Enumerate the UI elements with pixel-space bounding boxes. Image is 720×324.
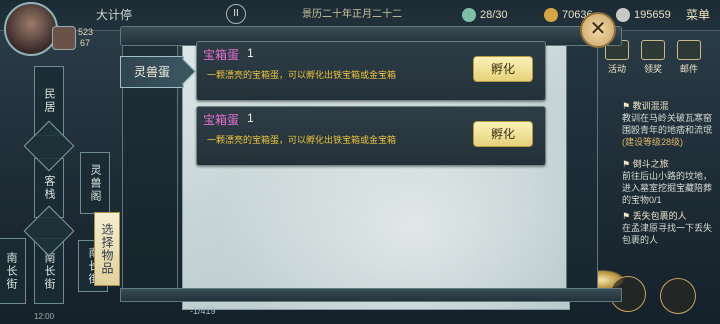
tab-lingshou-dan[interactable]: 灵兽蛋 [120,56,184,88]
mail-label: 邮件 [679,64,698,74]
item-card: 宝箱蛋 1 一颗漂亮的宝箱蛋，可以孵化出铁宝箱或金宝箱 孵化 [196,41,546,101]
quest-title: ⚑ 倒斗之旅 [622,159,669,169]
quest-title: ⚑ 丢失包裹的人 [622,211,687,221]
dialog-right-rail [566,44,598,296]
inventory-shortcut-icon[interactable] [660,278,696,314]
quest-marker-icon: ⚑ [622,159,633,169]
player-avatar[interactable] [4,2,58,56]
item-name: 宝箱蛋 [203,113,240,127]
silver-coin-icon [616,8,630,23]
item-select-dialog: 灵兽蛋 宝箱蛋 1 一颗漂亮的宝箱蛋，可以孵化出铁宝箱或金宝箱 孵化 宝箱蛋 1… [120,26,622,310]
clock: 12:00 [34,312,55,321]
quest-note: (建设等级28级) [622,137,684,147]
energy-value: 28/30 [480,9,508,21]
item-quantity: 1 [247,46,254,60]
quest-item[interactable]: ⚑ 倒斗之旅 前往后山小路的坟地，进入墓室挖掘宝藏陪葬的宝物0/1 [622,158,718,206]
close-button[interactable]: ✕ [580,12,616,48]
game-date: 景历二十年正月二十二 [302,9,402,20]
item-description: 一颗漂亮的宝箱蛋，可以孵化出铁宝箱或金宝箱 [207,70,397,80]
path-node [23,120,75,172]
select-item-label: 选择物品 [94,212,120,286]
location-nanchangjie-1[interactable]: 南长街 [0,238,26,304]
mail-shortcut[interactable]: 邮件 [676,40,702,74]
silver-counter[interactable]: 195659 [616,5,671,25]
pause-icon[interactable]: II [226,4,246,24]
silver-value: 195659 [634,9,671,21]
hatch-button[interactable]: 孵化 [473,121,533,147]
reward-label: 领奖 [643,64,662,74]
item-card: 宝箱蛋 1 一颗漂亮的宝箱蛋，可以孵化出铁宝箱或金宝箱 孵化 [196,106,546,166]
reward-shortcut[interactable]: 领奖 [640,40,666,74]
quest-title: ⚑ 教训混混 [622,101,669,111]
energy-counter[interactable]: 28/30 [462,5,508,25]
gift-icon [641,40,665,60]
item-name: 宝箱蛋 [203,48,240,62]
quest-item[interactable]: ⚑ 教训混混 教训在马岭关破瓦寒窑围殴青年的地痞和流氓 (建设等级28级) [622,100,718,148]
scroll-rod-bottom [120,288,622,302]
mail-icon [677,40,701,60]
item-quantity: 1 [247,111,254,125]
player-stat-b: 67 [80,38,91,48]
player-stat-a: 523 [78,27,94,37]
hatch-button[interactable]: 孵化 [473,56,533,82]
path-node [23,205,75,257]
quest-marker-icon: ⚑ [622,101,633,111]
quest-item[interactable]: ⚑ 丢失包裹的人 在孟津原寻找一下丢失包裹的人 [622,210,718,246]
page-counter: -1/419 [190,306,216,316]
energy-icon [462,8,476,23]
quest-desc: 前往后山小路的坟地，进入墓室挖掘宝藏陪葬的宝物0/1 [622,171,713,205]
item-description: 一颗漂亮的宝箱蛋，可以孵化出铁宝箱或金宝箱 [207,135,397,145]
location-lingshou-ge[interactable]: 灵兽阁 [80,152,110,214]
menu-button[interactable]: 菜单 [686,5,710,25]
player-name: 大计停 [96,8,133,22]
quest-desc: 在孟津原寻找一下丢失包裹的人 [622,223,713,245]
quest-marker-icon: ⚑ [622,211,633,221]
quest-desc: 教训在马岭关破瓦寒窑围殴青年的地痞和流氓 [622,113,713,135]
copper-coin-icon [544,8,558,23]
companion-avatar[interactable] [52,26,76,50]
